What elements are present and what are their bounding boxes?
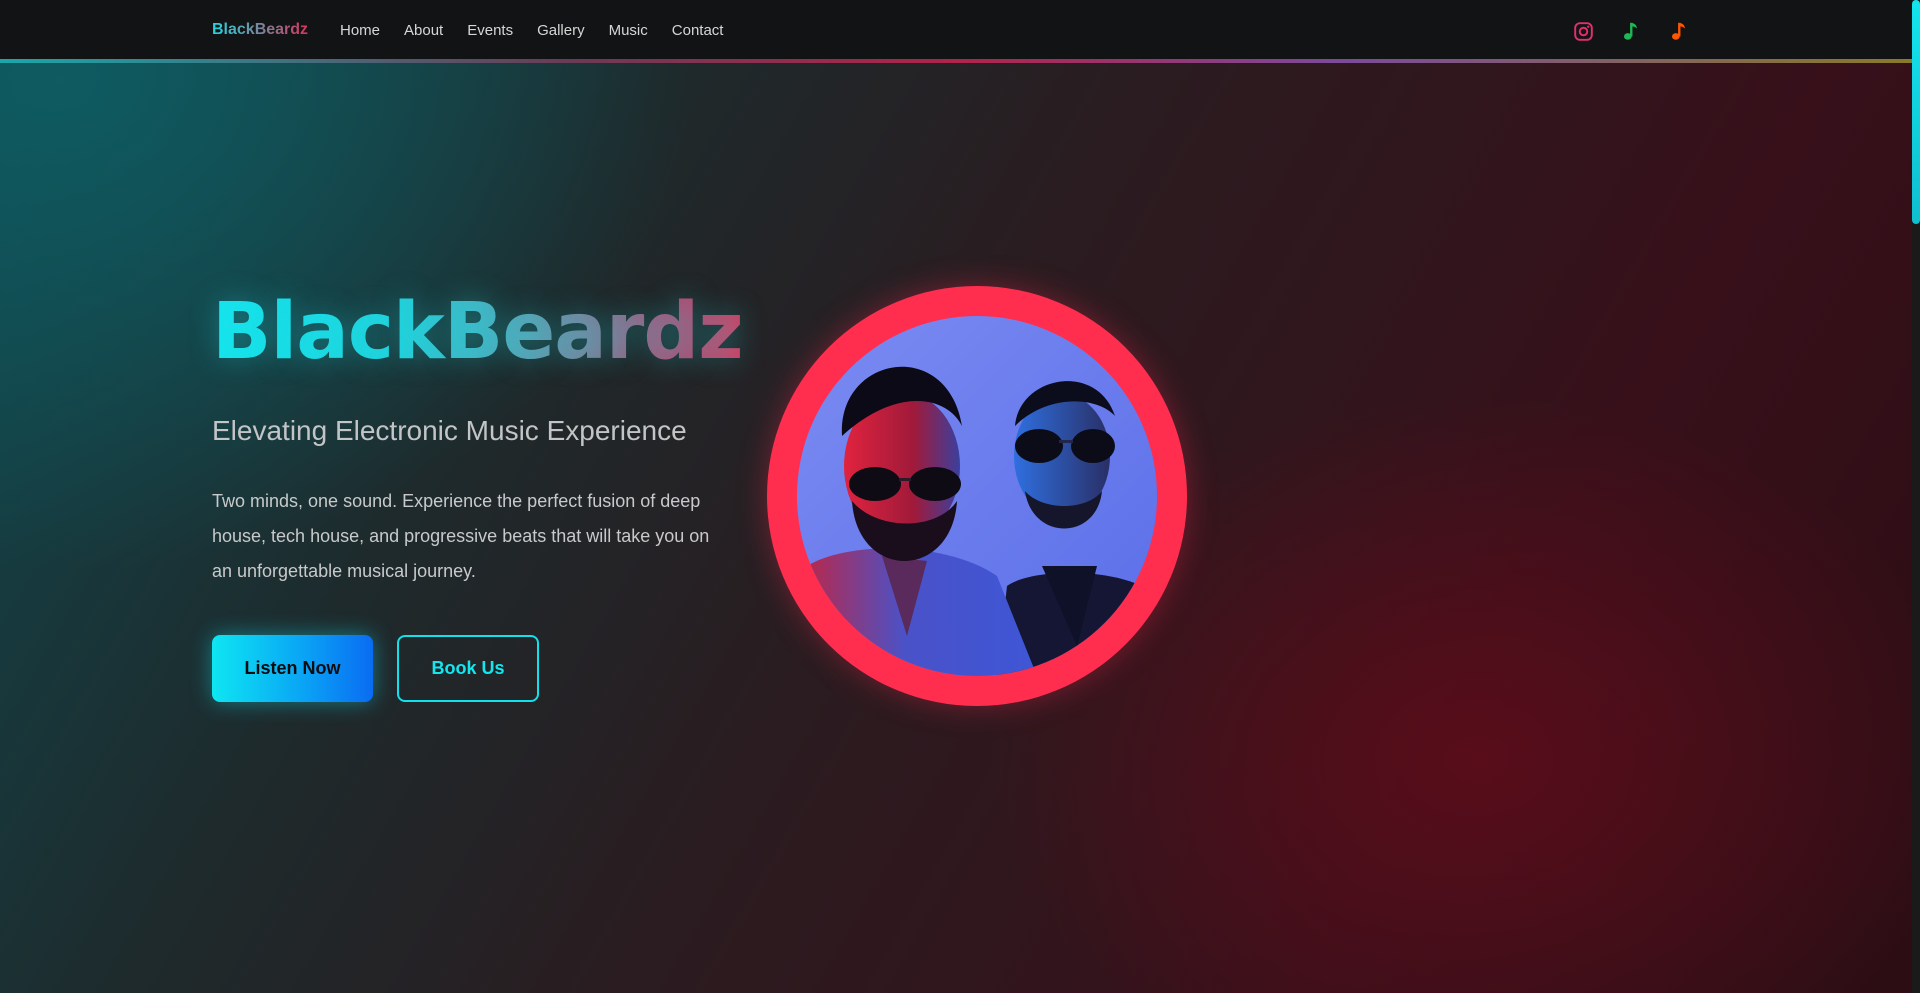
nav-links: Home About Events Gallery Music Contact [340, 22, 723, 40]
nav-item-music: Music [609, 22, 648, 40]
brand-logo-link[interactable]: BlackBeardz [212, 21, 308, 39]
nav-link-gallery[interactable]: Gallery [537, 22, 585, 39]
nav-link-music[interactable]: Music [609, 22, 648, 39]
hero-subtitle: Elevating Electronic Music Experience [212, 415, 687, 446]
social-links [1572, 20, 1690, 42]
nav-link-events[interactable]: Events [467, 22, 513, 39]
music-note-icon [1672, 22, 1685, 40]
nav-item-contact: Contact [672, 22, 724, 40]
music-note-icon [1624, 22, 1637, 40]
nav-link-about[interactable]: About [404, 22, 443, 39]
book-us-button[interactable]: Book Us [397, 635, 539, 702]
nav-item-events: Events [467, 22, 513, 40]
instagram-icon [1573, 21, 1593, 41]
navbar-accent-line [0, 59, 1912, 63]
listen-now-button[interactable]: Listen Now [212, 635, 373, 702]
nav-item-about: About [404, 22, 443, 40]
nav-item-gallery: Gallery [537, 22, 585, 40]
navbar: BlackBeardz Home About Events Gallery Mu… [0, 0, 1912, 60]
nav-link-home[interactable]: Home [340, 22, 380, 39]
dj-duo-illustration [797, 316, 1157, 676]
nav-link-contact[interactable]: Contact [672, 22, 724, 39]
scrollbar-track[interactable] [1912, 0, 1920, 993]
soundcloud-link[interactable] [1668, 20, 1690, 42]
dj-duo-portrait [797, 316, 1157, 676]
page: BlackBeardz Home About Events Gallery Mu… [0, 0, 1920, 993]
nav-item-home: Home [340, 22, 380, 40]
spotify-link[interactable] [1620, 20, 1642, 42]
scrollbar-thumb[interactable] [1912, 0, 1920, 224]
portrait-frame [767, 286, 1187, 706]
hero-description: Two minds, one sound. Experience the per… [212, 491, 710, 581]
hero-title: BlackBeardz [212, 287, 744, 377]
instagram-link[interactable] [1572, 20, 1594, 42]
